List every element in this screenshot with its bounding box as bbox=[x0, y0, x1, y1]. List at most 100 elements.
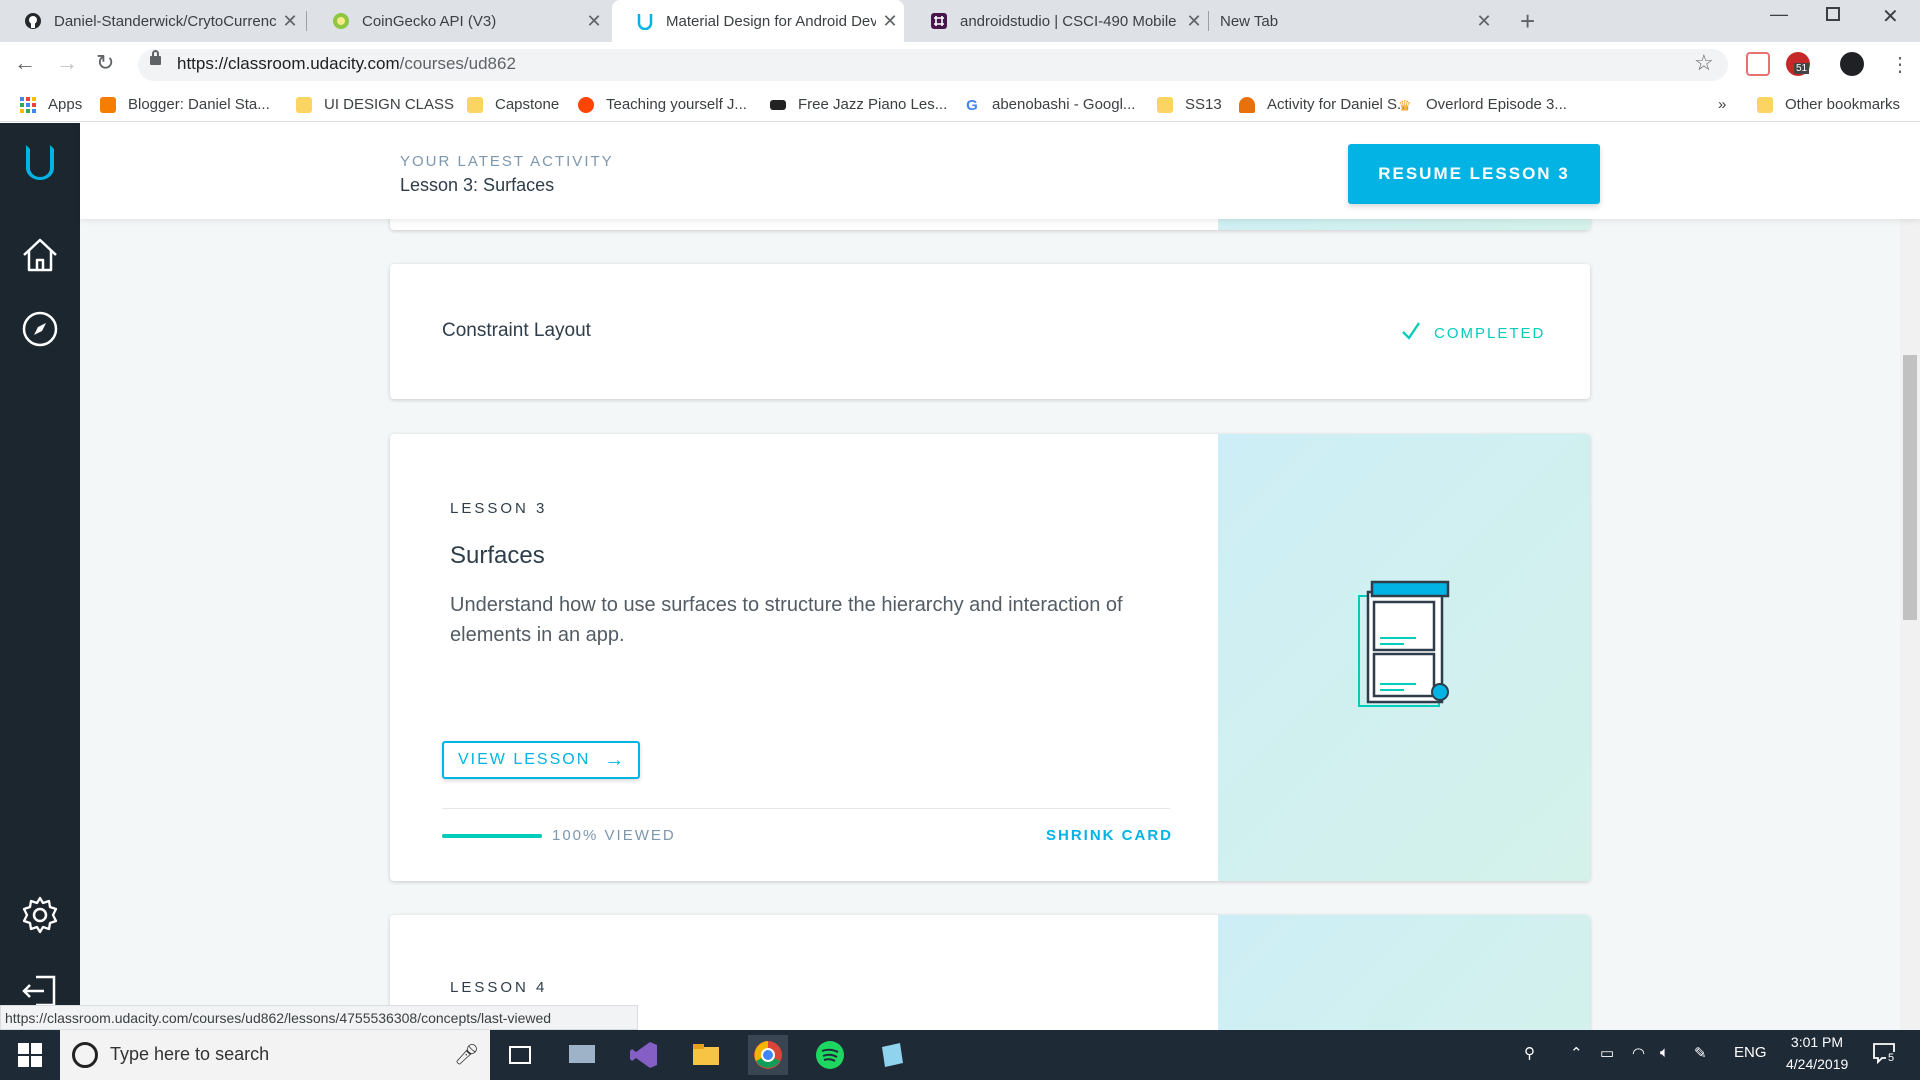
bookmark-teaching[interactable]: Teaching yourself J... bbox=[578, 96, 747, 113]
reload-icon[interactable]: ↻ bbox=[96, 50, 114, 76]
url-text[interactable]: https://classroom.udacity.com/courses/ud… bbox=[177, 54, 516, 74]
tray-chevron-icon[interactable]: ⌃ bbox=[1570, 1044, 1583, 1062]
tab-github[interactable]: Daniel-Standerwick/CrytoCurrenc ✕ bbox=[0, 0, 304, 42]
close-icon[interactable]: ✕ bbox=[580, 11, 608, 32]
compass-icon[interactable] bbox=[20, 309, 60, 349]
lesson-description: Understand how to use surfaces to struct… bbox=[450, 594, 1123, 646]
bookmark-capstone[interactable]: Capstone bbox=[467, 96, 559, 113]
divider bbox=[442, 808, 1170, 809]
bookmark-blogger[interactable]: Blogger: Daniel Sta... bbox=[100, 96, 270, 113]
completed-status: COMPLETED bbox=[1400, 320, 1545, 346]
bookmark-label: Apps bbox=[48, 96, 83, 113]
lesson-title: Surfaces bbox=[450, 542, 545, 569]
close-icon[interactable]: ✕ bbox=[876, 11, 904, 32]
bookmark-apps[interactable]: Apps bbox=[20, 96, 82, 113]
microphone-icon[interactable]: 🎤︎ bbox=[454, 1042, 479, 1067]
tab-title: New Tab bbox=[1220, 12, 1279, 30]
url-path: /courses/ud862 bbox=[399, 54, 516, 73]
resume-lesson-button[interactable]: RESUME LESSON 3 bbox=[1348, 144, 1600, 204]
new-tab-button[interactable]: + bbox=[1520, 6, 1535, 37]
taskbar-search[interactable]: Type here to search 🎤︎ bbox=[60, 1030, 490, 1080]
taskbar-search-placeholder: Type here to search bbox=[110, 1044, 270, 1064]
clock-time: 3:01 PM bbox=[1790, 1034, 1844, 1050]
clock[interactable]: 3:01 PM 4/24/2019 bbox=[1786, 1034, 1848, 1072]
volume-icon[interactable]: 🔈︎ bbox=[1660, 1044, 1669, 1061]
bookmark-other[interactable]: Other bookmarks bbox=[1757, 96, 1900, 113]
udacity-logo-icon[interactable] bbox=[20, 143, 60, 183]
tab-title: Material Design for Android Deve bbox=[666, 12, 876, 30]
udacity-icon bbox=[636, 12, 654, 30]
windows-taskbar: Type here to search 🎤︎ ⚲ ⌃ ▭ ◠ 🔈︎ ✎ ENG … bbox=[0, 1030, 1920, 1080]
bookmark-label: Teaching yourself J... bbox=[606, 96, 747, 113]
wifi-icon[interactable]: ◠ bbox=[1632, 1044, 1645, 1062]
tab-newtab[interactable]: New Tab ✕ bbox=[1196, 0, 1498, 42]
notification-count: 5 bbox=[1886, 1052, 1897, 1064]
tab-title: CoinGecko API (V3) bbox=[362, 12, 497, 30]
arrow-right-icon: → bbox=[604, 748, 627, 771]
piano-icon bbox=[770, 99, 786, 110]
bookmark-jazz-piano[interactable]: Free Jazz Piano Les... bbox=[770, 96, 947, 113]
chrome-taskbar-item[interactable] bbox=[748, 1035, 788, 1075]
maximize-icon[interactable] bbox=[1826, 7, 1840, 21]
bookmark-activity[interactable]: Activity for Daniel S... bbox=[1239, 96, 1410, 113]
notepad-app-icon[interactable] bbox=[876, 1039, 908, 1071]
close-icon[interactable]: ✕ bbox=[1470, 11, 1498, 32]
progress-bar bbox=[442, 834, 542, 838]
menu-icon[interactable]: ⋮ bbox=[1890, 52, 1910, 77]
blogger-icon bbox=[100, 96, 116, 113]
concept-card-constraint-layout[interactable]: Constraint Layout COMPLETED bbox=[390, 264, 1590, 399]
tab-coingecko[interactable]: CoinGecko API (V3) ✕ bbox=[308, 0, 608, 42]
bookmark-abenobashi[interactable]: G abenobashi - Googl... bbox=[964, 96, 1136, 114]
home-icon[interactable] bbox=[20, 235, 60, 275]
minimize-icon[interactable]: — bbox=[1770, 4, 1788, 25]
tab-title: androidstudio | CSCI-490 Mobile bbox=[960, 12, 1177, 30]
bookmarks-overflow[interactable]: » bbox=[1718, 96, 1726, 113]
task-view-icon[interactable] bbox=[504, 1039, 536, 1071]
language-indicator[interactable]: ENG bbox=[1734, 1044, 1767, 1061]
lock-icon[interactable] bbox=[150, 50, 161, 65]
bookmark-ss13[interactable]: SS13 bbox=[1157, 96, 1222, 113]
bookmark-label: abenobashi - Googl... bbox=[992, 96, 1136, 113]
lesson-number: LESSON 4 bbox=[450, 979, 548, 996]
close-icon[interactable]: ✕ bbox=[276, 11, 304, 32]
window-close-icon[interactable]: ✕ bbox=[1882, 4, 1899, 29]
bookmark-overlord[interactable]: ♛ Overlord Episode 3... bbox=[1398, 96, 1567, 115]
tab-slack[interactable]: androidstudio | CSCI-490 Mobile ✕ bbox=[906, 0, 1208, 42]
spotify-icon[interactable] bbox=[814, 1039, 846, 1071]
screen: Daniel-Standerwick/CrytoCurrenc ✕ CoinGe… bbox=[0, 0, 1920, 1080]
bookmark-label: Capstone bbox=[495, 96, 560, 113]
coingecko-icon bbox=[332, 12, 350, 30]
extension-icon[interactable] bbox=[1840, 52, 1864, 76]
adblock-extension-icon[interactable]: 51 bbox=[1786, 52, 1810, 76]
pdf-extension-icon[interactable] bbox=[1746, 52, 1770, 76]
view-lesson-button[interactable]: VIEW LESSON → bbox=[442, 741, 640, 779]
bookmark-star-icon[interactable]: ☆ bbox=[1694, 50, 1714, 76]
visual-studio-icon[interactable] bbox=[628, 1039, 660, 1071]
bookmark-label: Other bookmarks bbox=[1785, 96, 1901, 113]
status-bar-url: https://classroom.udacity.com/courses/ud… bbox=[0, 1005, 638, 1030]
notification-center-icon[interactable]: 5 bbox=[1872, 1042, 1897, 1065]
lesson-card-surfaces: LESSON 3 Surfaces Understand how to use … bbox=[390, 434, 1590, 881]
battery-icon[interactable]: ▭ bbox=[1600, 1044, 1614, 1062]
sidebar bbox=[0, 123, 80, 1030]
file-explorer-icon[interactable] bbox=[690, 1039, 722, 1071]
shrink-card-link[interactable]: SHRINK CARD bbox=[1046, 827, 1173, 844]
scrollbar-thumb[interactable] bbox=[1903, 355, 1917, 620]
forward-icon[interactable]: → bbox=[56, 50, 78, 76]
view-lesson-label: VIEW LESSON bbox=[458, 751, 591, 768]
windows-start-icon[interactable] bbox=[16, 1039, 48, 1071]
tab-title: Daniel-Standerwick/CrytoCurrenc bbox=[54, 12, 276, 30]
pen-icon[interactable]: ✎ bbox=[1694, 1044, 1707, 1062]
tab-udacity[interactable]: Material Design for Android Deve ✕ bbox=[612, 0, 904, 42]
bookmark-ui-design-class[interactable]: UI DESIGN CLASS bbox=[296, 96, 454, 113]
google-icon: G bbox=[966, 96, 978, 114]
folder-icon bbox=[1157, 96, 1173, 113]
lesson-illustration-panel bbox=[1218, 434, 1590, 881]
folder-icon bbox=[296, 96, 312, 113]
people-icon[interactable]: ⚲ bbox=[1524, 1044, 1535, 1062]
progress-text: 100% VIEWED bbox=[552, 827, 676, 844]
desktop-app-icon[interactable] bbox=[566, 1039, 598, 1071]
settings-gear-icon[interactable] bbox=[20, 895, 60, 935]
bookmark-label: Overlord Episode 3... bbox=[1426, 96, 1567, 113]
back-icon[interactable]: ← bbox=[14, 50, 36, 76]
